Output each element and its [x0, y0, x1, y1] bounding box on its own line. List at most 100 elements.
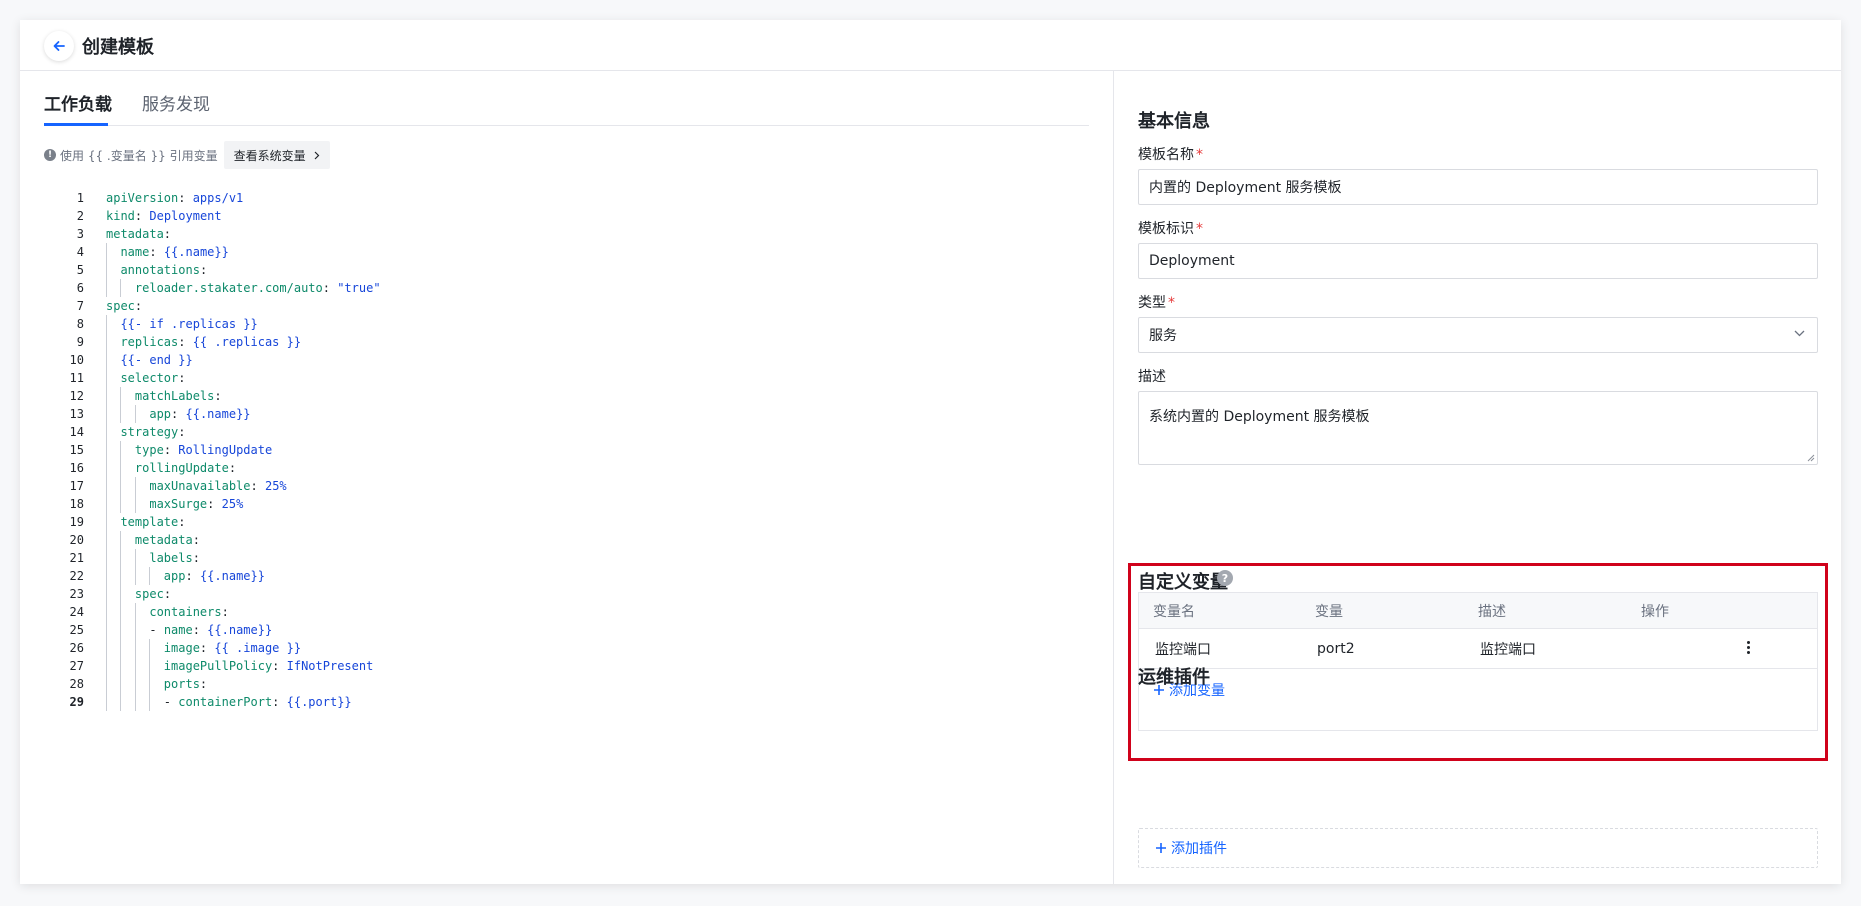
line-number: 4	[76, 245, 84, 259]
code-text: labels:	[149, 551, 200, 565]
template-name-input[interactable]: 内置的 Deployment 服务模板	[1138, 169, 1818, 205]
arrow-left-icon	[53, 41, 65, 51]
line-number: 18	[69, 497, 84, 511]
code-text: app: {{.name}}	[149, 407, 251, 421]
code-text: kind: Deployment	[106, 209, 222, 223]
table-header: 变量名 变量 描述 操作	[1139, 593, 1817, 629]
code-text: template:	[120, 515, 186, 529]
line-number: 23	[69, 587, 84, 601]
line-number: 1	[76, 191, 84, 205]
code-text: image: {{ .image }}	[163, 641, 302, 655]
tab-workload[interactable]: 工作负载	[44, 90, 112, 115]
line-number: 12	[69, 389, 84, 403]
ops-plugins-title: 运维插件	[1138, 667, 1210, 688]
variable-hint: ! 使用 {{ .变量名 }} 引用变量 查看系统变量	[44, 141, 330, 169]
line-number: 29	[69, 695, 84, 709]
line-number: 22	[69, 569, 84, 583]
line-number: 24	[69, 605, 84, 619]
type-label-text: 类型	[1138, 295, 1166, 311]
template-id-label: 模板标识 *	[1138, 218, 1203, 238]
required-mark: *	[1196, 147, 1203, 163]
page-title: 创建模板	[82, 37, 154, 58]
type-select-value: 服务	[1149, 328, 1177, 344]
line-number: 27	[69, 659, 84, 673]
code-text: reloader.stakater.com/auto: "true"	[134, 281, 381, 295]
code-text: spec:	[106, 299, 143, 313]
code-text: maxSurge: 25%	[149, 497, 244, 511]
custom-variables-table: 变量名 变量 描述 操作 监控端口 port2 监控端口 添加变量	[1138, 592, 1818, 731]
chevron-down-icon	[1794, 330, 1805, 337]
page-header: 创建模板	[20, 20, 1841, 71]
description-label: 描述	[1138, 369, 1166, 385]
resize-handle-icon[interactable]	[1807, 454, 1815, 462]
help-icon[interactable]: ?	[1217, 570, 1233, 586]
type-label: 类型 *	[1138, 292, 1175, 312]
line-number: 15	[69, 443, 84, 457]
code-text: name: {{.name}}	[120, 245, 229, 259]
table-row: 监控端口 port2 监控端口	[1139, 629, 1817, 669]
view-system-variables-label: 查看系统变量	[233, 148, 306, 163]
line-number: 10	[69, 353, 84, 367]
required-mark: *	[1196, 221, 1203, 237]
code-text: matchLabels:	[134, 389, 222, 403]
line-number: 8	[76, 317, 84, 331]
variable-cell: port2	[1317, 640, 1355, 657]
description-cell: 监控端口	[1480, 641, 1536, 658]
template-form-panel: 基本信息 模板名称 * 内置的 Deployment 服务模板 模板标识 * Dep…	[1113, 71, 1841, 884]
template-id-label-text: 模板标识	[1138, 221, 1194, 237]
code-text: rollingUpdate:	[134, 461, 237, 475]
template-name-label-text: 模板名称	[1138, 147, 1194, 163]
code-text: - containerPort: {{.port}}	[163, 695, 352, 709]
column-header-actions: 操作	[1641, 603, 1669, 620]
code-text: - name: {{.name}}	[149, 623, 273, 637]
code-text: imagePullPolicy: IfNotPresent	[163, 659, 374, 673]
active-tab-indicator	[44, 123, 108, 126]
required-mark: *	[1168, 295, 1175, 311]
template-id-value: Deployment	[1149, 253, 1235, 269]
chevron-right-icon	[314, 151, 319, 159]
back-button[interactable]	[44, 31, 74, 61]
template-name-label: 模板名称 *	[1138, 144, 1203, 164]
column-header-description: 描述	[1478, 603, 1506, 620]
line-number: 25	[69, 623, 84, 637]
view-system-variables-button[interactable]: 查看系统变量	[223, 141, 330, 169]
line-number: 2	[76, 209, 84, 223]
code-text: metadata:	[134, 533, 200, 547]
type-select[interactable]: 服务	[1138, 317, 1818, 353]
code-text: selector:	[120, 371, 186, 385]
code-text: replicas: {{ .replicas }}	[120, 335, 302, 349]
description-textarea[interactable]: 系统内置的 Deployment 服务模板	[1138, 391, 1818, 465]
code-text: type: RollingUpdate	[134, 443, 273, 457]
line-number: 26	[69, 641, 84, 655]
line-number: 17	[69, 479, 84, 493]
column-header-variable-name: 变量名	[1153, 603, 1195, 620]
custom-variables-title: 自定义变量	[1138, 572, 1228, 593]
add-plugin-button[interactable]: 添加插件	[1155, 838, 1227, 858]
app-window: 创建模板 工作负载 服务发现 ! 使用 {{ .变量名 }} 引用变量 查看系统…	[20, 20, 1841, 884]
code-text: {{- end }}	[120, 353, 193, 367]
line-number: 28	[69, 677, 84, 691]
info-icon: !	[44, 149, 56, 161]
line-number: 11	[69, 371, 84, 385]
code-text: apiVersion: apps/v1	[106, 191, 244, 205]
ops-plugins-area: 添加插件	[1138, 828, 1818, 868]
line-number: 9	[76, 335, 84, 349]
line-number: 14	[69, 425, 84, 439]
line-number: 21	[69, 551, 84, 565]
code-text: containers:	[149, 605, 229, 619]
template-id-input[interactable]: Deployment	[1138, 243, 1818, 279]
more-actions-icon[interactable]	[1747, 641, 1750, 654]
tab-service-discovery[interactable]: 服务发现	[142, 90, 210, 115]
tab-bar: 工作负载 服务发现	[44, 71, 1089, 126]
code-text: ports:	[163, 677, 208, 691]
code-text: metadata:	[106, 227, 172, 241]
line-number: 13	[69, 407, 84, 421]
code-text: strategy:	[120, 425, 186, 439]
plus-icon	[1156, 843, 1166, 853]
line-number: 6	[76, 281, 84, 295]
code-text: app: {{.name}}	[163, 569, 265, 583]
line-number: 5	[76, 263, 84, 277]
column-header-variable: 变量	[1315, 603, 1343, 620]
basic-info-title: 基本信息	[1138, 111, 1210, 132]
code-text: maxUnavailable: 25%	[149, 479, 287, 493]
